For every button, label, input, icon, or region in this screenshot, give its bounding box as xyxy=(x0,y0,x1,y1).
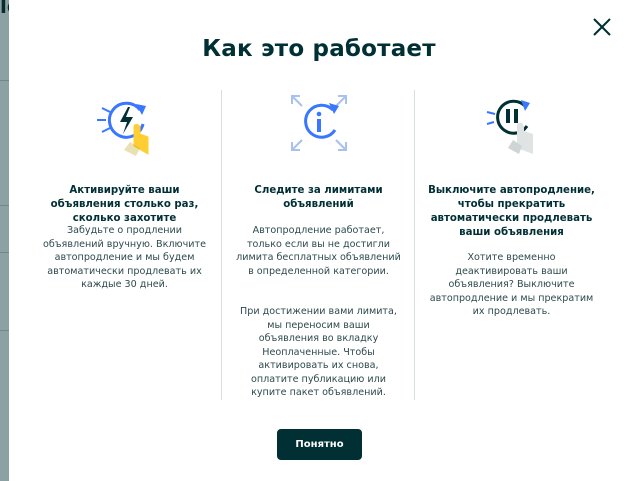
feature-columns: Активируйте ваши объявления столько раз,… xyxy=(28,90,612,400)
column-heading: Следите за лимитами объявлений xyxy=(254,185,383,210)
column-description: Хотите временно деактивировать ваши объя… xyxy=(429,252,594,317)
feature-column-disable: Выключите автопродление, чтобы прекратит… xyxy=(414,90,608,400)
ok-button[interactable]: Понятно xyxy=(277,429,362,460)
pause-hand-icon xyxy=(415,90,608,158)
close-icon[interactable] xyxy=(591,16,613,38)
feature-column-limits: Следите за лимитами объявлений Автопродл… xyxy=(221,90,415,400)
how-it-works-modal: Как это работает Активируйте ваши объявл… xyxy=(9,0,631,481)
modal-title: Как это работает xyxy=(202,36,436,62)
column-description: Забудьте о продлении объявлений вручную.… xyxy=(42,225,206,290)
feature-column-activate: Активируйте ваши объявления столько раз,… xyxy=(28,90,221,400)
refresh-lightning-hand-icon xyxy=(28,90,221,158)
column-description-secondary: При достижении вами лимита, мы переносим… xyxy=(240,306,397,398)
info-expand-icon xyxy=(222,90,415,158)
column-description: Автопродление работает, только если вы н… xyxy=(236,225,401,277)
column-heading: Активируйте ваши объявления столько раз,… xyxy=(50,185,199,224)
column-heading: Выключите автопродление, чтобы прекратит… xyxy=(428,185,595,238)
